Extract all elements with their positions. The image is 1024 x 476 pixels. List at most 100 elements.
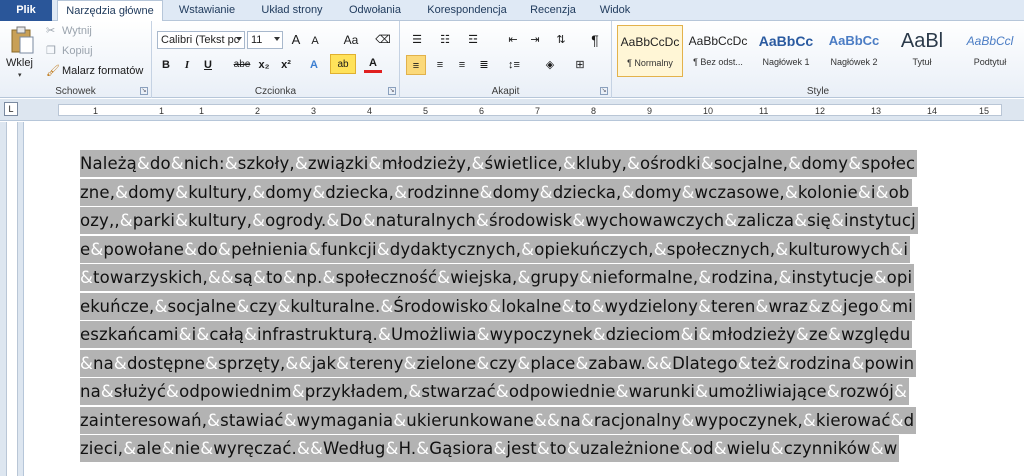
style-sample: AaBl bbox=[900, 30, 944, 52]
ruler-number: 2 bbox=[255, 106, 261, 116]
document-line[interactable]: eszkańcami&i&całą&infrastrukturą.&Umożli… bbox=[80, 321, 995, 350]
selected-text: Należą&do&nich:&szkoły,&związki&młodzież… bbox=[80, 150, 918, 177]
align-right-icon[interactable]: ≡ bbox=[452, 55, 472, 75]
font-color-icon[interactable]: A bbox=[364, 55, 382, 73]
style-sample: AaBbCcDc bbox=[688, 34, 748, 48]
document-body[interactable]: Należą&do&nich:&szkoły,&związki&młodzież… bbox=[80, 150, 995, 464]
document-line[interactable]: Należą&do&nich:&szkoły,&związki&młodzież… bbox=[80, 150, 995, 179]
line-spacing-icon[interactable]: ↕≡ bbox=[502, 55, 526, 75]
selected-text: zne,&domy&kultury,&domy&dziecka,&rodzinn… bbox=[80, 178, 912, 206]
scissors-icon: ✂ bbox=[46, 25, 56, 37]
format-painter-button[interactable]: 🖌 Malarz formatów bbox=[46, 64, 150, 80]
ruler-number: 1 bbox=[159, 106, 165, 116]
cut-label: Wytnij bbox=[62, 25, 92, 37]
clear-formatting-icon[interactable]: ⌫ bbox=[374, 30, 392, 50]
borders-icon[interactable]: ⊞ bbox=[568, 55, 592, 75]
tab-view[interactable]: Widok bbox=[588, 0, 642, 21]
document-line[interactable]: ekuńcze,&socjalne&czy&kulturalne.&Środow… bbox=[80, 292, 995, 322]
highlight-color-icon[interactable]: ab bbox=[330, 54, 356, 74]
document-line[interactable]: &na&dostępne&sprzęty,&&jak&tereny&zielon… bbox=[80, 349, 995, 379]
tab-review[interactable]: Recenzja bbox=[520, 0, 586, 21]
shrink-font-button[interactable]: A bbox=[308, 31, 322, 51]
chevron-down-icon bbox=[236, 37, 242, 41]
paste-icon bbox=[11, 26, 34, 54]
selected-text: zieci,&ale&nie&wyręczać.&&Według&H.&Gąsi… bbox=[80, 435, 900, 462]
horizontal-ruler: L 1 2 1 1 2 3 4 5 6 7 8 9 10 11 12 13 14… bbox=[0, 99, 1024, 121]
style-title[interactable]: AaBl Tytuł bbox=[889, 25, 955, 77]
sort-icon[interactable]: ⇅ bbox=[552, 30, 570, 50]
show-formatting-button[interactable]: ¶ bbox=[586, 30, 604, 50]
tab-home[interactable]: Narzędzia główne bbox=[57, 0, 163, 22]
style-name: ¶ Bez odst... bbox=[693, 57, 743, 67]
document-line[interactable]: e&powołane&do&pełnienia&funkcji&dydaktyc… bbox=[80, 235, 995, 265]
change-case-button[interactable]: Aa bbox=[338, 30, 364, 50]
ruler-number: 3 bbox=[311, 106, 317, 116]
shading-icon[interactable]: ◈ bbox=[538, 55, 562, 75]
text-effects-icon[interactable]: A bbox=[304, 55, 324, 75]
ruler-number: 1 bbox=[199, 106, 205, 116]
document-line[interactable]: zieci,&ale&nie&wyręczać.&&Według&H.&Gąsi… bbox=[80, 435, 995, 464]
tab-mailings[interactable]: Korespondencja bbox=[416, 0, 518, 21]
grow-font-button[interactable]: A bbox=[288, 30, 304, 50]
cut-button[interactable]: ✂ Wytnij bbox=[46, 24, 146, 40]
vertical-ruler-bar[interactable] bbox=[6, 122, 18, 476]
style-heading-1[interactable]: AaBbCc Nagłówek 1 bbox=[753, 25, 819, 77]
ruler-number: 15 bbox=[979, 106, 990, 116]
copy-label: Kopiuj bbox=[62, 45, 93, 57]
tab-references[interactable]: Odwołania bbox=[336, 0, 414, 21]
font-launcher-icon[interactable]: ↘ bbox=[388, 87, 396, 95]
selected-text: ekuńcze,&socjalne&czy&kulturalne.&Środow… bbox=[80, 292, 915, 320]
style-subtitle[interactable]: AaBbCcl Podtytuł bbox=[957, 25, 1023, 77]
selected-text: na&służyć&odpowiednim&przykładem,&stwarz… bbox=[80, 378, 910, 405]
chevron-down-icon bbox=[274, 37, 280, 41]
align-left-icon[interactable]: ≡ bbox=[406, 55, 426, 75]
strikethrough-button[interactable]: abe bbox=[232, 55, 252, 75]
increase-indent-icon[interactable]: ⇥ bbox=[526, 30, 544, 50]
style-no-spacing[interactable]: AaBbCcDc ¶ Bez odst... bbox=[685, 25, 751, 77]
copy-button[interactable]: ❐ Kopiuj bbox=[46, 44, 146, 60]
ribbon-tab-bar: Plik Narzędzia główne Wstawianie Układ s… bbox=[0, 0, 1024, 22]
document-line[interactable]: na&służyć&odpowiednim&przykładem,&stwarz… bbox=[80, 378, 995, 407]
ruler-number: 4 bbox=[367, 106, 373, 116]
tab-insert[interactable]: Wstawianie bbox=[166, 0, 248, 21]
document-line[interactable]: &towarzyskich,&&są&to&np.&społeczność&wi… bbox=[80, 264, 995, 293]
ruler-number: 8 bbox=[591, 106, 597, 116]
ruler-number: 10 bbox=[703, 106, 714, 116]
bullets-icon[interactable]: ☰ bbox=[406, 30, 428, 50]
ruler-bar[interactable]: 1 2 1 1 2 3 4 5 6 7 8 9 10 11 12 13 14 1… bbox=[58, 104, 1002, 116]
decrease-indent-icon[interactable]: ⇤ bbox=[504, 30, 522, 50]
justify-icon[interactable]: ≣ bbox=[474, 55, 494, 75]
style-normal[interactable]: AaBbCcDc ¶ Normalny bbox=[617, 25, 683, 77]
ruler-number: 12 bbox=[815, 106, 826, 116]
font-size-dropdown[interactable]: 11 bbox=[247, 31, 283, 49]
document-line[interactable]: zne,&domy&kultury,&domy&dziecka,&rodzinn… bbox=[80, 178, 995, 208]
paragraph-launcher-icon[interactable]: ↘ bbox=[600, 87, 608, 95]
align-center-icon[interactable]: ≡ bbox=[430, 55, 450, 75]
paste-button[interactable]: Wklej ▾ bbox=[4, 24, 40, 79]
clipboard-launcher-icon[interactable]: ↘ bbox=[140, 87, 148, 95]
tab-page-layout[interactable]: Układ strony bbox=[250, 0, 334, 21]
numbering-icon[interactable]: ☷ bbox=[434, 30, 456, 50]
multilevel-list-icon[interactable]: ☲ bbox=[462, 30, 484, 50]
bold-button[interactable]: B bbox=[158, 55, 174, 75]
ruler-number: 11 bbox=[759, 106, 769, 116]
subscript-button[interactable]: x₂ bbox=[256, 55, 272, 75]
superscript-button[interactable]: x² bbox=[278, 55, 294, 75]
font-name-value: Calibri (Tekst pc bbox=[161, 34, 240, 46]
tab-file[interactable]: Plik bbox=[0, 0, 52, 21]
underline-button[interactable]: U bbox=[200, 55, 216, 75]
selected-text: ozy,,&parki&kultury,&ogrody.&Do&naturaln… bbox=[80, 207, 918, 234]
paragraph-group: ☰ ☷ ☲ ⇤ ⇥ ⇅ ¶ ≡ ≡ ≡ ≣ ↕≡ ◈ ⊞ Akapit ↘ bbox=[400, 21, 612, 98]
italic-button[interactable]: I bbox=[180, 55, 194, 75]
font-name-dropdown[interactable]: Calibri (Tekst pc bbox=[157, 31, 245, 49]
document-line[interactable]: ozy,,&parki&kultury,&ogrody.&Do&naturaln… bbox=[80, 207, 995, 236]
selected-text: eszkańcami&i&całą&infrastrukturą.&Umożli… bbox=[80, 321, 913, 348]
style-heading-2[interactable]: AaBbCc Nagłówek 2 bbox=[821, 25, 887, 77]
format-painter-label: Malarz formatów bbox=[62, 65, 144, 77]
tab-selector-icon[interactable]: L bbox=[4, 102, 18, 116]
document-line[interactable]: zainteresowań,&stawiać&wymagania&ukierun… bbox=[80, 406, 995, 436]
ruler-number: 5 bbox=[423, 106, 429, 116]
clipboard-group: Wklej ▾ ✂ Wytnij ❐ Kopiuj 🖌 Malarz forma… bbox=[0, 21, 152, 98]
font-group: Calibri (Tekst pc 11 A A Aa ⌫ B I U abe … bbox=[152, 21, 400, 98]
document-page[interactable]: Należą&do&nich:&szkoły,&związki&młodzież… bbox=[25, 122, 1024, 476]
